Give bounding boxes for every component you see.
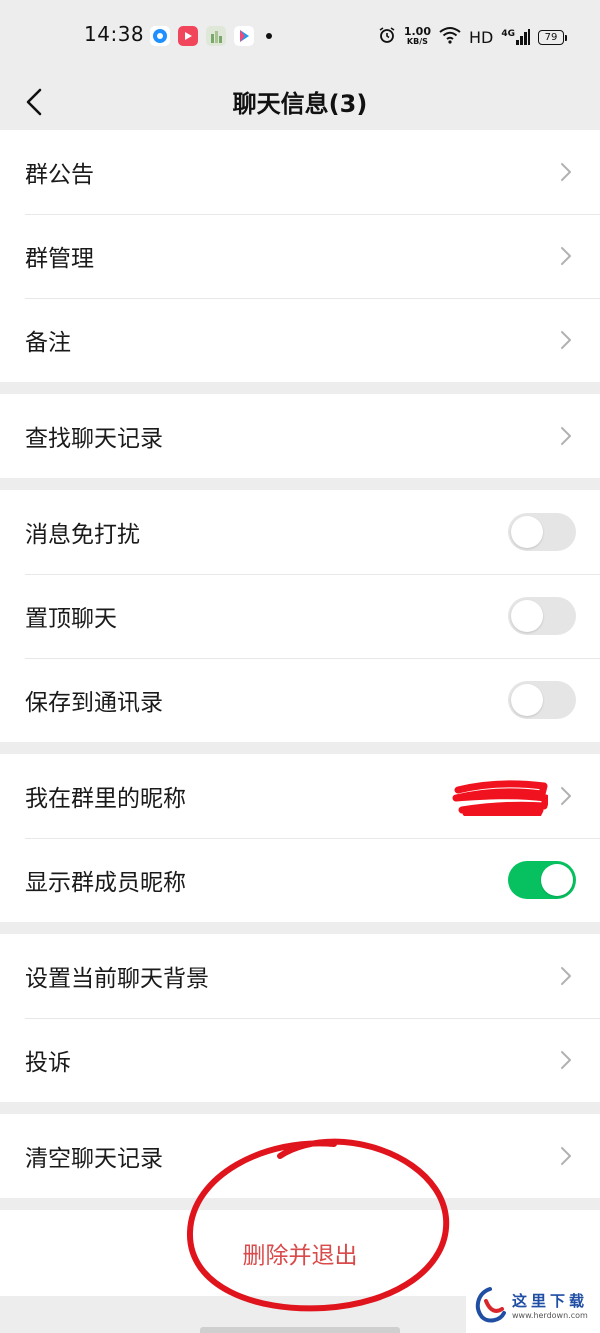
- hd-label: HD: [468, 27, 494, 47]
- network-speed: 1.00 KB/S: [403, 25, 431, 47]
- network-speed-unit: KB/S: [406, 37, 428, 46]
- alarm-icon: [378, 26, 396, 48]
- cellular-signal-icon: 4G: [501, 29, 530, 45]
- row-save-to-contacts: 保存到通讯录: [0, 658, 600, 742]
- row-label: 群管理: [25, 246, 94, 272]
- network-type-label: 4G: [501, 29, 515, 39]
- chevron-right-icon: [561, 427, 571, 445]
- network-speed-value: 1.00: [403, 25, 431, 38]
- row-label: 保存到通讯录: [25, 690, 163, 716]
- app-notification-icon-2: [178, 26, 198, 46]
- watermark-cn: 这里下载: [512, 1292, 589, 1310]
- status-app-icons: [150, 26, 272, 46]
- wifi-icon: [439, 26, 461, 48]
- settings-group-misc: 设置当前聊天背景 投诉: [0, 934, 600, 1102]
- chevron-right-icon: [561, 247, 571, 265]
- row-label: 群公告: [25, 162, 94, 188]
- settings-group-search: 查找聊天记录: [0, 394, 600, 478]
- delete-and-exit-label: 删除并退出: [242, 1243, 358, 1269]
- page-title: 聊天信息(3): [232, 90, 368, 118]
- watermark-logo-icon: [475, 1287, 506, 1323]
- pin-chat-toggle[interactable]: [508, 597, 576, 635]
- chevron-right-icon: [561, 1051, 571, 1069]
- toggle-knob: [541, 864, 573, 896]
- chevron-right-icon: [561, 331, 571, 349]
- row-label: 清空聊天记录: [25, 1146, 163, 1172]
- row-my-group-nickname[interactable]: 我在群里的昵称: [0, 754, 600, 838]
- row-remark[interactable]: 备注: [0, 298, 600, 382]
- nav-bar: 聊天信息(3): [0, 76, 600, 130]
- watermark-url: www.herdown.com: [512, 1311, 588, 1320]
- watermark: 这里下载 www.herdown.com: [466, 1277, 600, 1333]
- row-label: 显示群成员昵称: [25, 870, 186, 896]
- row-set-chat-background[interactable]: 设置当前聊天背景: [0, 934, 600, 1018]
- row-label: 消息免打扰: [25, 522, 140, 548]
- home-indicator[interactable]: [200, 1327, 400, 1333]
- row-show-member-nicknames: 显示群成员昵称: [0, 838, 600, 922]
- app-notification-icon-4: [234, 26, 254, 46]
- row-group-announcement[interactable]: 群公告: [0, 130, 600, 214]
- redaction-scribble: [452, 780, 548, 816]
- row-group-management[interactable]: 群管理: [0, 214, 600, 298]
- toggle-knob: [511, 684, 543, 716]
- app-notification-icon-3: [206, 26, 226, 46]
- chevron-right-icon: [561, 1147, 571, 1165]
- row-clear-chat-history[interactable]: 清空聊天记录: [0, 1114, 600, 1198]
- chevron-right-icon: [561, 163, 571, 181]
- status-time: 14:38: [84, 22, 145, 46]
- settings-list: 群公告 群管理 备注 查找聊天记录 消息免打扰 置顶聊天 保存到通讯录 我在群里…: [0, 130, 600, 1296]
- mute-notifications-toggle[interactable]: [508, 513, 576, 551]
- row-label: 投诉: [25, 1050, 71, 1076]
- app-notification-icon-1: [150, 26, 170, 46]
- row-label: 我在群里的昵称: [25, 786, 186, 812]
- notification-dot: [266, 33, 272, 39]
- battery-level: 79: [544, 31, 558, 43]
- save-to-contacts-toggle[interactable]: [508, 681, 576, 719]
- chevron-right-icon: [561, 787, 571, 805]
- row-label: 置顶聊天: [25, 606, 117, 632]
- row-label: 设置当前聊天背景: [25, 966, 209, 992]
- settings-group-toggles: 消息免打扰 置顶聊天 保存到通讯录: [0, 490, 600, 742]
- settings-group-group-info: 群公告 群管理 备注: [0, 130, 600, 382]
- watermark-text: 这里下载 www.herdown.com: [512, 1290, 588, 1320]
- row-report[interactable]: 投诉: [0, 1018, 600, 1102]
- row-mute-notifications: 消息免打扰: [0, 490, 600, 574]
- battery-icon: 79: [538, 29, 567, 45]
- settings-group-nickname: 我在群里的昵称 显示群成员昵称: [0, 754, 600, 922]
- toggle-knob: [511, 516, 543, 548]
- show-member-nicknames-toggle[interactable]: [508, 861, 576, 899]
- row-label: 备注: [25, 330, 71, 356]
- status-right-indicators: 1.00 KB/S HD 4G 79: [378, 25, 567, 48]
- status-bar: 14:38 1.00 KB/S HD 4G 79: [0, 0, 600, 76]
- row-label: 查找聊天记录: [25, 426, 163, 452]
- toggle-knob: [511, 600, 543, 632]
- row-pin-chat: 置顶聊天: [0, 574, 600, 658]
- chevron-right-icon: [561, 967, 571, 985]
- settings-group-clear: 清空聊天记录: [0, 1114, 600, 1198]
- row-search-chat-history[interactable]: 查找聊天记录: [0, 394, 600, 478]
